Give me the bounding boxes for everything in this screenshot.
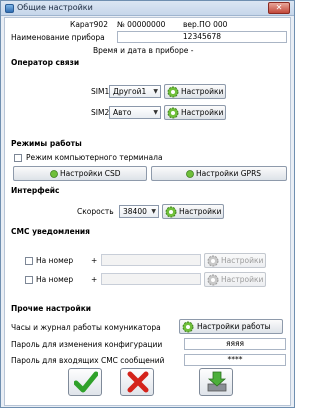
download-icon: [207, 371, 227, 392]
config-password-field[interactable]: яяяя: [184, 338, 286, 350]
sim1-value: Другой1: [113, 87, 147, 96]
sms-password-field[interactable]: ****: [184, 354, 286, 366]
device-name-label: Наименование прибора: [11, 33, 105, 42]
speed-value: 38400: [123, 207, 147, 216]
sim2-settings-button[interactable]: Настройки: [164, 105, 226, 120]
interface-header: Интерфейс: [11, 186, 60, 195]
config-password-label: Пароль для изменения конфигурации: [11, 340, 163, 349]
sms-number-1-label: На номер: [36, 256, 74, 265]
device-model: Карат902: [70, 20, 108, 29]
operator-header: Оператор связи: [11, 58, 80, 67]
speed-select[interactable]: 38400 ▼: [119, 205, 159, 218]
sms-number-1-checkbox[interactable]: [25, 257, 33, 265]
gear-icon: [207, 255, 219, 267]
sim2-select[interactable]: Авто ▼: [109, 106, 161, 119]
sim1-select[interactable]: Другой1 ▼: [109, 85, 161, 98]
chevron-down-icon: ▼: [151, 208, 156, 215]
sms-number-2-plus: +: [91, 275, 98, 284]
client-area: Карат902 № 00000000 вер.ПО 000 Наименова…: [4, 17, 291, 406]
clock-label: Часы и журнал работы комуникатора: [11, 323, 161, 332]
sms-number-2-label: На номер: [36, 275, 74, 284]
work-settings-button[interactable]: Настройки работы: [179, 319, 283, 334]
sim2-settings-label: Настройки: [181, 108, 224, 117]
modes-header: Режимы работы: [11, 139, 82, 148]
speed-label: Скорость: [77, 207, 114, 216]
settings-window: Общие настройки ✕ Карат902 № 00000000 ве…: [0, 0, 295, 408]
gear-icon: [167, 86, 179, 98]
interface-settings-button[interactable]: Настройки: [162, 204, 224, 219]
sms-number-1-settings-label: Настройки: [221, 256, 264, 265]
sms-number-2-field[interactable]: [101, 273, 201, 285]
device-version: вер.ПО 000: [183, 20, 228, 29]
gear-icon: [182, 321, 194, 333]
sms-number-1-settings-button[interactable]: Настройки: [204, 253, 266, 268]
sim2-label: SIM2: [91, 108, 110, 117]
cross-icon: [127, 371, 149, 393]
gear-icon: [165, 206, 177, 218]
chevron-down-icon: ▼: [153, 109, 158, 116]
sms-number-2-settings-button[interactable]: Настройки: [204, 272, 266, 287]
sim2-value: Авто: [113, 108, 132, 117]
save-button[interactable]: [199, 368, 233, 396]
sms-password-label: Пароль для входящих СМС сообщений: [11, 356, 165, 365]
device-serial: № 00000000: [117, 20, 166, 29]
chevron-down-icon: ▼: [153, 88, 158, 95]
check-icon: [74, 371, 98, 393]
sms-number-2-checkbox[interactable]: [25, 276, 33, 284]
cancel-button[interactable]: [120, 368, 154, 396]
sim1-settings-label: Настройки: [181, 87, 224, 96]
interface-settings-label: Настройки: [179, 207, 222, 216]
gprs-settings-label: Настройки GPRS: [196, 169, 262, 178]
sms-number-1-plus: +: [91, 256, 98, 265]
window-title: Общие настройки: [17, 3, 93, 12]
csd-settings-label: Настройки CSD: [60, 169, 121, 178]
sms-number-1-field[interactable]: [101, 254, 201, 266]
device-datetime: Время и дата в приборе -: [93, 46, 194, 55]
gear-icon: [207, 274, 219, 286]
sim1-settings-button[interactable]: Настройки: [164, 84, 226, 99]
work-settings-label: Настройки работы: [197, 322, 271, 331]
sim1-label: SIM1: [91, 87, 110, 96]
green-dot-icon: [50, 170, 58, 178]
ok-button[interactable]: [68, 368, 102, 396]
terminal-mode-checkbox[interactable]: [14, 154, 22, 162]
csd-settings-button[interactable]: Настройки CSD: [13, 166, 147, 181]
gear-icon: [167, 107, 179, 119]
terminal-mode-label: Режим компьютерного терминала: [26, 153, 163, 162]
close-button[interactable]: ✕: [268, 2, 290, 14]
sms-number-2-settings-label: Настройки: [221, 275, 264, 284]
title-bar: Общие настройки ✕: [1, 1, 294, 16]
green-dot-icon: [186, 170, 194, 178]
other-header: Прочие настройки: [11, 304, 92, 313]
app-icon: [5, 4, 14, 13]
sms-header: СМС уведомления: [11, 227, 90, 236]
device-name-field[interactable]: 12345678: [117, 31, 287, 43]
gprs-settings-button[interactable]: Настройки GPRS: [151, 166, 287, 181]
